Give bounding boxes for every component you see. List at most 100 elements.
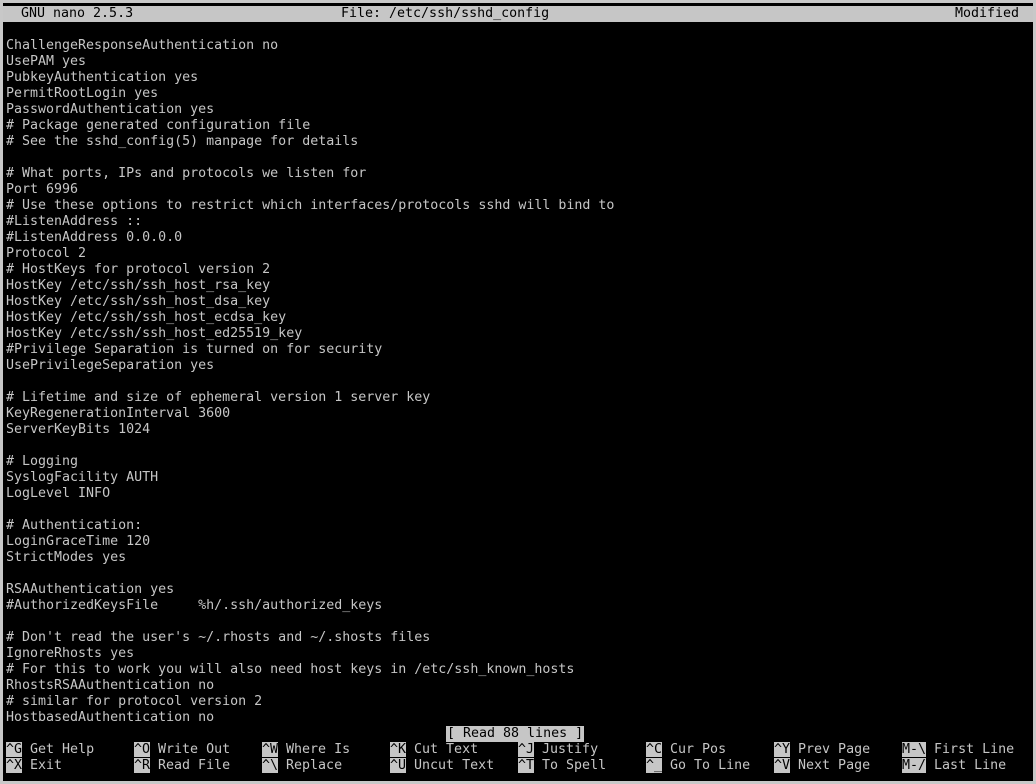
- shortcut-label: Cut Text: [414, 742, 479, 757]
- shortcut-replace[interactable]: ^\ Replace: [262, 758, 342, 774]
- editor-line[interactable]: UsePAM yes: [6, 54, 1030, 70]
- editor-line[interactable]: Protocol 2: [6, 246, 1030, 262]
- editor-line[interactable]: ChallengeResponseAuthentication no: [6, 38, 1030, 54]
- editor-line[interactable]: # Don't read the user's ~/.rhosts and ~/…: [6, 630, 1030, 646]
- editor-line[interactable]: ServerKeyBits 1024: [6, 422, 1030, 438]
- shortcut-key: ^Y: [774, 742, 791, 757]
- shortcut-justify[interactable]: ^J Justify: [518, 742, 598, 758]
- editor-line[interactable]: #AuthorizedKeysFile %h/.ssh/authorized_k…: [6, 598, 1030, 614]
- editor-line[interactable]: HostKey /etc/ssh/ssh_host_rsa_key: [6, 278, 1030, 294]
- editor-line[interactable]: HostKey /etc/ssh/ssh_host_ecdsa_key: [6, 310, 1030, 326]
- nano-title-bar: GNU nano 2.5.3 File: /etc/ssh/sshd_confi…: [3, 6, 1033, 22]
- editor-line[interactable]: #Privilege Separation is turned on for s…: [6, 342, 1030, 358]
- shortcut-key: M-/: [902, 758, 927, 773]
- editor-line[interactable]: StrictModes yes: [6, 550, 1030, 566]
- shortcut-label: To Spell: [542, 758, 607, 773]
- editor-line[interactable]: SyslogFacility AUTH: [6, 470, 1030, 486]
- editor-line[interactable]: RhostsRSAAuthentication no: [6, 678, 1030, 694]
- shortcut-label: Cur Pos: [670, 742, 727, 757]
- shortcut-key: ^J: [518, 742, 535, 757]
- shortcut-to-spell[interactable]: ^T To Spell: [518, 758, 606, 774]
- terminal-window: GNU nano 2.5.3 File: /etc/ssh/sshd_confi…: [3, 3, 1033, 781]
- shortcut-get-help[interactable]: ^G Get Help: [6, 742, 94, 758]
- shortcut-key: ^V: [774, 758, 791, 773]
- shortcut-first-line[interactable]: M-\ First Line: [902, 742, 1014, 758]
- modified-indicator: Modified: [954, 6, 1019, 21]
- editor-line[interactable]: IgnoreRhosts yes: [6, 646, 1030, 662]
- editor-line[interactable]: RSAAuthentication yes: [6, 582, 1030, 598]
- shortcut-prev-page[interactable]: ^Y Prev Page: [774, 742, 870, 758]
- shortcut-exit[interactable]: ^X Exit: [6, 758, 62, 774]
- editor-line[interactable]: PermitRootLogin yes: [6, 86, 1030, 102]
- editor-line[interactable]: #ListenAddress 0.0.0.0: [6, 230, 1030, 246]
- shortcut-key: ^G: [6, 742, 23, 757]
- editor-line[interactable]: KeyRegenerationInterval 3600: [6, 406, 1030, 422]
- shortcut-write-out[interactable]: ^O Write Out: [134, 742, 230, 758]
- shortcut-key: ^C: [646, 742, 663, 757]
- shortcut-last-line[interactable]: M-/ Last Line: [902, 758, 1006, 774]
- shortcut-cur-pos[interactable]: ^C Cur Pos: [646, 742, 726, 758]
- status-message: [ Read 88 lines ]: [446, 726, 585, 742]
- shortcut-key: ^_: [646, 758, 663, 773]
- shortcut-next-page[interactable]: ^V Next Page: [774, 758, 870, 774]
- editor-line[interactable]: PasswordAuthentication yes: [6, 102, 1030, 118]
- editor-line[interactable]: # What ports, IPs and protocols we liste…: [6, 166, 1030, 182]
- editor-line[interactable]: # Authentication:: [6, 518, 1030, 534]
- editor-line[interactable]: # Lifetime and size of ephemeral version…: [6, 390, 1030, 406]
- editor-text-area[interactable]: ChallengeResponseAuthentication no UsePAM…: [6, 38, 1030, 726]
- editor-line[interactable]: HostbasedAuthentication no: [6, 710, 1030, 726]
- shortcut-read-file[interactable]: ^R Read File: [134, 758, 230, 774]
- editor-line[interactable]: HostKey /etc/ssh/ssh_host_dsa_key: [6, 294, 1030, 310]
- shortcut-label: Write Out: [158, 742, 231, 757]
- shortcut-label: Justify: [542, 742, 599, 757]
- shortcut-label: Go To Line: [670, 758, 751, 773]
- shortcut-label: Read File: [158, 758, 231, 773]
- editor-line[interactable]: [6, 614, 1030, 630]
- shortcut-key: ^O: [134, 742, 151, 757]
- shortcut-label: Exit: [30, 758, 63, 773]
- shortcut-cut-text[interactable]: ^K Cut Text: [390, 742, 478, 758]
- shortcut-go-to-line[interactable]: ^_ Go To Line: [646, 758, 750, 774]
- shortcut-row-2: ^X Exit ^R Read File ^\ Replace ^U Uncut Te…: [6, 758, 1030, 774]
- shortcut-row-1: ^G Get Help ^O Write Out ^W Where Is ^K Cut…: [6, 742, 1030, 758]
- editor-line[interactable]: [6, 374, 1030, 390]
- shortcut-where-is[interactable]: ^W Where Is: [262, 742, 350, 758]
- editor-line[interactable]: # HostKeys for protocol version 2: [6, 262, 1030, 278]
- shortcut-key: ^X: [6, 758, 23, 773]
- shortcut-bar: ^G Get Help ^O Write Out ^W Where Is ^K Cut…: [6, 742, 1030, 774]
- editor-line[interactable]: # See the sshd_config(5) manpage for det…: [6, 134, 1030, 150]
- shortcut-label: Replace: [286, 758, 343, 773]
- shortcut-key: ^\: [262, 758, 279, 773]
- shortcut-key: ^K: [390, 742, 407, 757]
- editor-line[interactable]: #ListenAddress ::: [6, 214, 1030, 230]
- shortcut-uncut-text[interactable]: ^U Uncut Text: [390, 758, 494, 774]
- editor-line[interactable]: HostKey /etc/ssh/ssh_host_ed25519_key: [6, 326, 1030, 342]
- shortcut-label: Next Page: [798, 758, 871, 773]
- editor-line[interactable]: UsePrivilegeSeparation yes: [6, 358, 1030, 374]
- editor-line[interactable]: # Logging: [6, 454, 1030, 470]
- editor-line[interactable]: [6, 150, 1030, 166]
- editor-line[interactable]: Port 6996: [6, 182, 1030, 198]
- editor-line[interactable]: LogLevel INFO: [6, 486, 1030, 502]
- editor-line[interactable]: [6, 502, 1030, 518]
- shortcut-key: M-\: [902, 742, 927, 757]
- shortcut-key: ^R: [134, 758, 151, 773]
- editor-line[interactable]: # similar for protocol version 2: [6, 694, 1030, 710]
- file-name: File: /etc/ssh/sshd_config: [341, 6, 550, 21]
- shortcut-key: ^T: [518, 758, 535, 773]
- shortcut-label: Uncut Text: [414, 758, 495, 773]
- editor-line[interactable]: # Package generated configuration file: [6, 118, 1030, 134]
- shortcut-label: First Line: [934, 742, 1015, 757]
- editor-line[interactable]: LoginGraceTime 120: [6, 534, 1030, 550]
- shortcut-label: Last Line: [934, 758, 1007, 773]
- app-name: GNU nano 2.5.3: [21, 6, 134, 21]
- editor-line[interactable]: [6, 438, 1030, 454]
- shortcut-key: ^W: [262, 742, 279, 757]
- shortcut-label: Prev Page: [798, 742, 871, 757]
- editor-line[interactable]: # For this to work you will also need ho…: [6, 662, 1030, 678]
- editor-line[interactable]: [6, 566, 1030, 582]
- shortcut-label: Where Is: [286, 742, 351, 757]
- editor-line[interactable]: PubkeyAuthentication yes: [6, 70, 1030, 86]
- shortcut-label: Get Help: [30, 742, 95, 757]
- editor-line[interactable]: # Use these options to restrict which in…: [6, 198, 1030, 214]
